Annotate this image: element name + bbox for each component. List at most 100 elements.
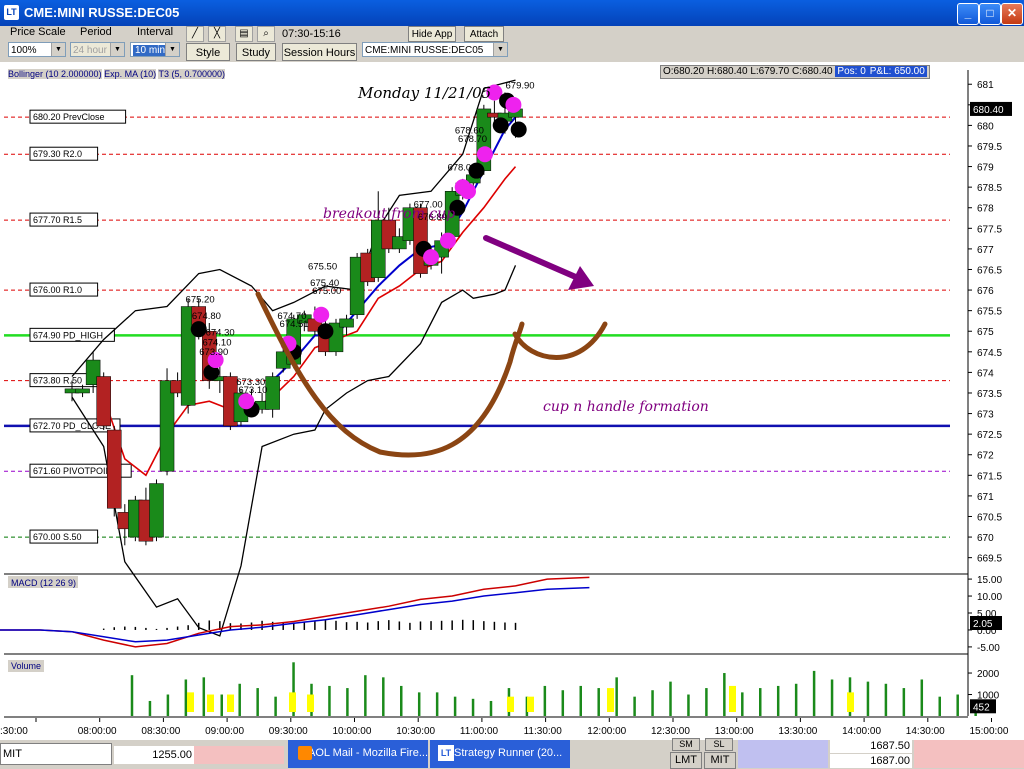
volume-highlight bbox=[207, 694, 214, 712]
level-label: 676.00 R1.0 bbox=[33, 285, 82, 295]
x-tick-label: 08:30:00 bbox=[141, 726, 180, 737]
level-tag: 676.00 R1.0 bbox=[29, 282, 99, 297]
price-field-2: 1687.50 bbox=[830, 740, 912, 753]
study-button[interactable]: Study bbox=[236, 43, 276, 61]
y-tick-label: 673.5 bbox=[977, 389, 1002, 400]
x-tick-label: 09:30:00 bbox=[269, 726, 308, 737]
volume-title: Volume bbox=[11, 661, 41, 671]
blue-cell bbox=[738, 740, 828, 768]
session-hours-button[interactable]: Session Hours bbox=[282, 43, 357, 61]
level-label: 671.60 PIVOTPOINT bbox=[33, 466, 118, 476]
ema-label[interactable]: Exp. MA (10) bbox=[104, 69, 157, 79]
y-tick-label: 671.5 bbox=[977, 471, 1002, 482]
maximize-button[interactable]: □ bbox=[979, 3, 1001, 25]
trade-marker bbox=[492, 117, 509, 134]
chevron-down-icon: ▼ bbox=[110, 43, 124, 56]
volume-highlight bbox=[289, 692, 296, 712]
hide-app-button[interactable]: Hide App bbox=[408, 26, 456, 42]
x-tick-label: 11:00:00 bbox=[460, 726, 499, 737]
macd-value: 2.05 bbox=[973, 619, 993, 630]
chart-title: Monday 11/21/05 bbox=[357, 84, 491, 102]
print-icon[interactable]: ▤ bbox=[235, 26, 253, 42]
t3-label[interactable]: T3 (5, 0.700000) bbox=[158, 69, 226, 79]
price-label: 678.00 bbox=[447, 163, 476, 174]
chart-area[interactable]: 669.5 670 670.5 671 671.5 672 672.5 673 673.5 674… bbox=[0, 62, 1024, 740]
level-label: 670.00 S.50 bbox=[33, 532, 82, 542]
y-tick-label: 669.5 bbox=[977, 554, 1002, 565]
y-tick-label: 672.5 bbox=[977, 430, 1002, 441]
y-tick-label: 679 bbox=[977, 163, 994, 174]
pink-cell-2 bbox=[914, 740, 1024, 768]
volume-highlight bbox=[227, 694, 234, 712]
erase-line-icon[interactable]: ╳ bbox=[208, 26, 226, 42]
attach-button[interactable]: Attach bbox=[464, 26, 504, 42]
firefox-icon bbox=[298, 746, 312, 760]
price-label: 679.90 bbox=[506, 80, 535, 91]
draw-line-icon[interactable]: ╱ bbox=[186, 26, 204, 42]
symbol-select[interactable]: CME:MINI RUSSE:DEC05 ▼ bbox=[362, 42, 508, 57]
trade-marker bbox=[423, 249, 440, 266]
x-tick-label: 10:00:00 bbox=[333, 726, 372, 737]
close-button[interactable]: ✕ bbox=[1001, 3, 1023, 25]
annotation-cup: cup n handle formation bbox=[543, 399, 709, 415]
chevron-down-icon: ▼ bbox=[51, 43, 65, 56]
sl-button[interactable]: SL bbox=[705, 738, 733, 751]
volume-highlight bbox=[187, 692, 194, 712]
period-select[interactable]: 24 hour ▼ bbox=[70, 42, 125, 57]
toolbar: Price Scale 100% ▼ Period 24 hour ▼ Interv… bbox=[0, 26, 1024, 63]
price-label: 675.50 bbox=[308, 261, 337, 272]
y-tick-label: 674 bbox=[977, 368, 994, 379]
price-label: 673.10 bbox=[238, 385, 267, 396]
candle-body bbox=[265, 376, 280, 410]
price-label: 673.90 bbox=[199, 347, 228, 358]
y-tick-label: 681 bbox=[977, 80, 994, 91]
zoom-icon[interactable]: ⌕ bbox=[257, 26, 275, 42]
trade-marker bbox=[439, 232, 456, 249]
taskbar: MIT 1255.00 AOL Mail - Mozilla Fire... S… bbox=[0, 738, 1024, 769]
price-scale-select[interactable]: 100% ▼ bbox=[8, 42, 66, 57]
macd-title: MACD (12 26 9) bbox=[11, 578, 76, 588]
price-label: 674.51 bbox=[280, 319, 309, 330]
x-tick-label: 14:30:00 bbox=[906, 726, 945, 737]
y-tick-label: 676 bbox=[977, 286, 994, 297]
period-label: Period bbox=[80, 26, 112, 38]
interval-label: Interval bbox=[137, 26, 174, 38]
window-title: CME:MINI RUSSE:DEC05 bbox=[24, 5, 180, 20]
trade-marker bbox=[505, 96, 522, 113]
x-tick-label: 14:00:00 bbox=[842, 726, 881, 737]
price-field-3: 1687.00 bbox=[830, 754, 912, 768]
y-tick-label: 678.5 bbox=[977, 183, 1002, 194]
sm-button[interactable]: SM bbox=[672, 738, 700, 751]
trade-marker bbox=[313, 306, 330, 323]
volume-highlight bbox=[607, 688, 614, 712]
y-tick-label: 677.5 bbox=[977, 224, 1002, 235]
level-tag: 677.70 R1.5 bbox=[29, 212, 99, 227]
candle-body bbox=[75, 388, 90, 394]
level-label: 680.20 PrevClose bbox=[33, 112, 105, 122]
left-panel[interactable]: MIT bbox=[0, 743, 112, 765]
x-tick-label: 10:30:00 bbox=[396, 726, 435, 737]
position-value: Pos: 0 bbox=[835, 66, 868, 77]
chevron-down-icon: ▼ bbox=[493, 43, 507, 56]
mit-button[interactable]: MIT bbox=[704, 752, 736, 769]
style-button[interactable]: Style bbox=[186, 43, 230, 61]
y-tick-label: 676.5 bbox=[977, 265, 1002, 276]
volume-highlight bbox=[729, 685, 736, 712]
candle-body bbox=[96, 376, 111, 427]
trade-marker bbox=[454, 179, 471, 196]
level-tag: 674.90 PD_HIGH bbox=[29, 327, 115, 342]
lmt-button[interactable]: LMT bbox=[670, 752, 702, 769]
interval-select[interactable]: 10 min ▼ bbox=[130, 42, 180, 57]
volume-highlight bbox=[847, 692, 854, 712]
trade-marker bbox=[190, 321, 207, 338]
bollinger-label[interactable]: Bollinger (10 2.000000) bbox=[8, 69, 102, 79]
level-label: 673.80 R.50 bbox=[33, 376, 82, 386]
title-bar: LT CME:MINI RUSSE:DEC05 _ □ ✕ bbox=[0, 0, 1024, 26]
chevron-down-icon: ▼ bbox=[165, 43, 179, 56]
minimize-button[interactable]: _ bbox=[957, 3, 979, 25]
candle-body bbox=[149, 483, 164, 538]
y-tick-label: 678 bbox=[977, 204, 994, 215]
x-tick-label: 12:00:00 bbox=[587, 726, 626, 737]
candle-body bbox=[106, 429, 122, 509]
high-value: H:680.40 bbox=[706, 66, 748, 77]
